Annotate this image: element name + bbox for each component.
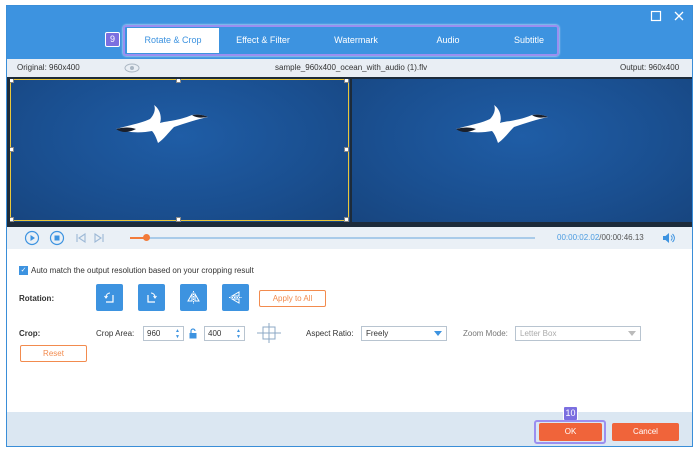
ok-button[interactable]: OK xyxy=(539,423,602,441)
chevron-down-icon xyxy=(628,331,636,336)
tabs-highlight-frame xyxy=(123,25,559,56)
aspect-ratio-label: Aspect Ratio: xyxy=(306,329,354,338)
title-bar: Rotate & Crop Effect & Filter Watermark … xyxy=(7,6,692,59)
maximize-icon[interactable] xyxy=(648,9,664,25)
next-frame-icon[interactable] xyxy=(91,230,107,246)
rotate-right-button[interactable] xyxy=(138,284,165,311)
close-icon[interactable] xyxy=(671,9,687,25)
center-crop-icon[interactable] xyxy=(257,323,281,345)
spinner-arrows-icon[interactable]: ▲ ▼ xyxy=(236,328,241,340)
flip-horizontal-icon xyxy=(187,291,200,304)
aspect-ratio-select[interactable]: Freely xyxy=(361,326,447,341)
crop-height-value: 400 xyxy=(208,329,222,338)
crop-handle[interactable] xyxy=(344,217,349,222)
play-icon[interactable] xyxy=(24,230,40,246)
eye-icon[interactable] xyxy=(124,63,140,73)
crop-label: Crop: xyxy=(19,329,41,338)
total-time: /00:00:46.13 xyxy=(599,233,644,242)
flip-horizontal-button[interactable] xyxy=(180,284,207,311)
crop-width-value: 960 xyxy=(147,329,161,338)
seabird-image xyxy=(456,105,548,143)
step-badge-ok: 10 xyxy=(563,406,578,421)
step-badge-tabs: 9 xyxy=(105,32,120,47)
rotation-label: Rotation: xyxy=(19,294,55,303)
output-resolution: Output: 960x400 xyxy=(620,63,680,72)
auto-match-label: Auto match the output resolution based o… xyxy=(31,266,254,275)
volume-icon[interactable] xyxy=(660,230,676,246)
aspect-lock-icon[interactable] xyxy=(188,328,198,341)
crop-handle[interactable] xyxy=(176,79,181,83)
crop-handle[interactable] xyxy=(10,147,14,152)
crop-frame[interactable] xyxy=(10,79,349,221)
playback-bar: 00:00:02.02/00:00:46.13 xyxy=(7,227,692,249)
aspect-ratio-value: Freely xyxy=(366,329,389,338)
auto-match-checkbox[interactable]: ✓ Auto match the output resolution based … xyxy=(19,266,254,276)
original-preview xyxy=(10,79,350,222)
previous-frame-icon[interactable] xyxy=(73,230,89,246)
output-preview xyxy=(352,79,692,222)
progress-knob[interactable] xyxy=(143,234,151,241)
zoom-mode-select[interactable]: Letter Box xyxy=(515,326,641,341)
flip-vertical-button[interactable] xyxy=(222,284,249,311)
crop-height-input[interactable]: 400 ▲ ▼ xyxy=(204,326,245,341)
file-name: sample_960x400_ocean_with_audio (1).flv xyxy=(275,63,428,72)
crop-handle[interactable] xyxy=(10,79,14,83)
zoom-mode-value: Letter Box xyxy=(520,329,557,338)
rotate-right-icon xyxy=(147,292,157,303)
settings-panel: ✓ Auto match the output resolution based … xyxy=(7,249,692,412)
crop-handle[interactable] xyxy=(10,217,14,222)
rotate-left-button[interactable] xyxy=(96,284,123,311)
rotate-left-icon xyxy=(104,292,114,303)
stop-icon[interactable] xyxy=(49,230,65,246)
footer-bar: 10 OK Cancel xyxy=(7,406,692,446)
original-resolution: Original: 960x400 xyxy=(17,63,80,72)
crop-handle[interactable] xyxy=(344,147,349,152)
preview-area xyxy=(7,77,692,227)
crop-width-input[interactable]: 960 ▲ ▼ xyxy=(143,326,184,341)
reset-button[interactable]: Reset xyxy=(20,345,87,362)
spinner-arrows-icon[interactable]: ▲ ▼ xyxy=(175,328,180,340)
checkbox-check-icon[interactable]: ✓ xyxy=(19,266,28,276)
current-time: 00:00:02.02 xyxy=(557,233,600,242)
info-bar: Original: 960x400 sample_960x400_ocean_w… xyxy=(7,59,692,77)
cancel-button[interactable]: Cancel xyxy=(612,423,679,441)
progress-slider[interactable] xyxy=(130,234,535,241)
crop-handle[interactable] xyxy=(176,217,181,222)
apply-to-all-button[interactable]: Apply to All xyxy=(259,290,326,307)
crop-handle[interactable] xyxy=(344,79,349,83)
flip-vertical-icon xyxy=(229,291,242,304)
editor-window: Rotate & Crop Effect & Filter Watermark … xyxy=(6,5,693,447)
time-readout: 00:00:02.02/00:00:46.13 xyxy=(557,233,644,242)
chevron-down-icon xyxy=(434,331,442,336)
zoom-mode-label: Zoom Mode: xyxy=(463,329,508,338)
crop-area-label: Crop Area: xyxy=(96,329,135,338)
